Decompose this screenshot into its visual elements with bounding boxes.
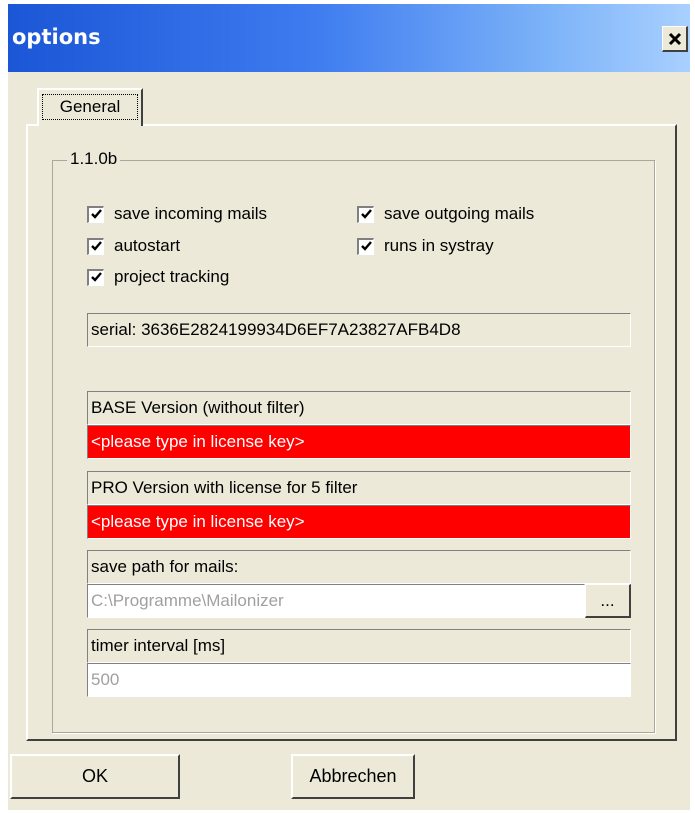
checkbox-box[interactable] (357, 237, 374, 255)
cancel-button[interactable]: Abbrechen (291, 754, 415, 799)
window-title: options (12, 25, 101, 49)
save-incoming-mails-label: save incoming mails (114, 204, 268, 223)
general-tab-panel: 1.1.0b save incoming mails save outgoing… (26, 124, 677, 741)
checkmark-icon (360, 209, 372, 219)
version-groupbox: 1.1.0b save incoming mails save outgoing… (52, 149, 655, 733)
title-bar[interactable]: options (8, 4, 690, 72)
close-button[interactable] (662, 26, 688, 52)
checkbox-box[interactable] (87, 268, 104, 286)
save-outgoing-mails-checkbox[interactable]: save outgoing mails (357, 204, 534, 224)
base-version-label: BASE Version (without filter) (87, 391, 631, 425)
checkmark-icon (360, 241, 372, 251)
groupbox-title: 1.1.0b (67, 149, 121, 169)
save-incoming-mails-checkbox[interactable]: save incoming mails (87, 204, 267, 224)
save-path-label: save path for mails: (87, 550, 631, 584)
checkbox-box[interactable] (357, 205, 374, 223)
pro-license-key-input[interactable]: <please type in license key> (87, 505, 631, 539)
save-outgoing-mails-label: save outgoing mails (384, 204, 535, 223)
autostart-checkbox[interactable]: autostart (87, 236, 180, 256)
base-license-key-input[interactable]: <please type in license key> (87, 425, 631, 459)
checkmark-icon (90, 209, 102, 219)
project-tracking-checkbox[interactable]: project tracking (87, 267, 229, 287)
close-icon (668, 32, 681, 45)
checkmark-icon (90, 272, 102, 282)
checkbox-box[interactable] (87, 205, 104, 223)
autostart-label: autostart (114, 236, 181, 255)
browse-button[interactable]: ... (585, 584, 631, 618)
tab-general[interactable]: General (37, 88, 143, 126)
tab-general-label: General (42, 94, 138, 120)
runs-in-systray-label: runs in systray (384, 236, 494, 255)
pro-version-label: PRO Version with license for 5 filter (87, 471, 631, 505)
timer-interval-label: timer interval [ms] (87, 629, 631, 663)
options-dialog: options General 1.1.0b save incoming mai… (8, 4, 690, 810)
project-tracking-label: project tracking (114, 267, 230, 286)
save-path-input[interactable]: C:\Programme\Mailonizer (87, 584, 585, 618)
checkmark-icon (90, 241, 102, 251)
runs-in-systray-checkbox[interactable]: runs in systray (357, 236, 494, 256)
serial-display: serial: 3636E2824199934D6EF7A23827AFB4D8 (87, 313, 631, 347)
timer-interval-input[interactable]: 500 (87, 663, 631, 697)
ok-button[interactable]: OK (10, 754, 180, 799)
checkbox-box[interactable] (87, 237, 104, 255)
